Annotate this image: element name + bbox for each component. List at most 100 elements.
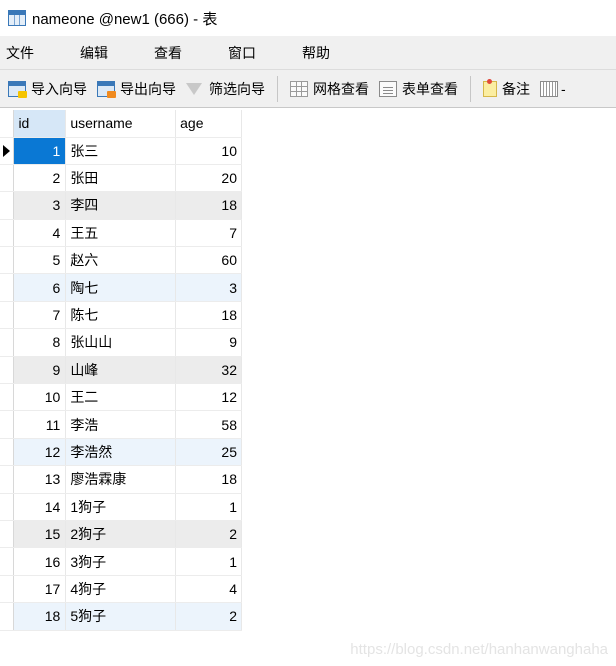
table-row[interactable]: 14 1狗子 1 [0,493,242,521]
column-header-id[interactable]: id [13,110,67,138]
row-selector[interactable] [0,547,15,576]
table-row[interactable]: 3 李四 18 [0,191,242,220]
row-selector[interactable] [0,246,15,275]
filter-wizard-button[interactable]: 筛选向导 [182,74,269,104]
table-row[interactable]: 8 张山山 9 [0,328,242,357]
cell-age[interactable]: 60 [175,246,242,275]
table-row[interactable]: 4 王五 7 [0,219,242,248]
table-row[interactable]: 10 王二 12 [0,383,242,412]
note-button[interactable]: 备注 [479,74,534,104]
cell-id[interactable]: 13 [13,465,67,494]
menu-help[interactable]: 帮助 [296,43,336,63]
cell-age[interactable]: 10 [175,137,242,165]
cell-username[interactable]: 陶七 [65,273,177,302]
cell-age[interactable]: 18 [175,465,242,494]
cell-id[interactable]: 5 [13,246,67,275]
table-row[interactable]: 6 陶七 3 [0,273,242,302]
cell-age[interactable]: 12 [175,383,242,412]
table-row[interactable]: 16 3狗子 1 [0,547,242,576]
cell-age[interactable]: 58 [175,410,242,439]
row-selector[interactable] [0,383,15,412]
cell-id[interactable]: 2 [13,164,67,193]
cell-username[interactable]: 李四 [65,191,177,220]
cell-username[interactable]: 王五 [65,219,177,248]
cell-id[interactable]: 4 [13,219,67,248]
table-row[interactable]: 9 山峰 32 [0,356,242,385]
cell-username[interactable]: 廖浩霖康 [65,465,177,494]
cell-username[interactable]: 赵六 [65,246,177,275]
export-wizard-button[interactable]: 导出向导 [93,74,180,104]
cell-username[interactable]: 山峰 [65,356,177,385]
cell-id[interactable]: 12 [13,438,67,467]
row-selector[interactable] [0,356,15,385]
import-wizard-button[interactable]: 导入向导 [4,74,91,104]
cell-age[interactable]: 2 [175,602,242,631]
cell-username[interactable]: 张三 [65,137,177,165]
cell-id[interactable]: 7 [13,301,67,330]
row-selector[interactable] [0,493,15,521]
row-selector[interactable] [0,410,15,439]
cell-id[interactable]: 15 [13,520,67,549]
cell-age[interactable]: 32 [175,356,242,385]
grid-view-button[interactable]: 网格查看 [286,74,373,104]
table-row[interactable]: 2 张田 20 [0,164,242,193]
menu-window[interactable]: 窗口 [222,43,262,63]
cell-username[interactable]: 1狗子 [65,493,177,521]
menu-file[interactable]: 文件 [0,43,40,63]
column-header-username[interactable]: username [65,110,177,138]
row-selector[interactable] [0,164,15,193]
cell-id[interactable]: 11 [13,410,67,439]
row-selector[interactable] [0,328,15,357]
cell-age[interactable]: 18 [175,191,242,220]
cell-username[interactable]: 李浩 [65,410,177,439]
cell-age[interactable]: 9 [175,328,242,357]
cell-username[interactable]: 2狗子 [65,520,177,549]
cell-id[interactable]: 6 [13,273,67,302]
table-row[interactable]: 15 2狗子 2 [0,520,242,549]
cell-age[interactable]: 2 [175,520,242,549]
cell-username[interactable]: 陈七 [65,301,177,330]
cell-age[interactable]: 3 [175,273,242,302]
menu-edit[interactable]: 编辑 [74,43,114,63]
table-row[interactable]: 12 李浩然 25 [0,438,242,467]
cell-username[interactable]: 5狗子 [65,602,177,631]
cell-age[interactable]: 1 [175,493,242,521]
cell-id[interactable]: 18 [13,602,67,631]
table-row[interactable]: 1 张三 10 [0,137,242,165]
cell-age[interactable]: 20 [175,164,242,193]
cell-age[interactable]: 18 [175,301,242,330]
table-row[interactable]: 11 李浩 58 [0,410,242,439]
more-button[interactable]: - [536,74,570,104]
table-row[interactable]: 13 廖浩霖康 18 [0,465,242,494]
column-header-age[interactable]: age [175,110,242,138]
row-selector[interactable] [0,438,15,467]
cell-age[interactable]: 7 [175,219,242,248]
row-selector[interactable] [0,575,15,604]
row-selector[interactable] [0,520,15,549]
cell-age[interactable]: 4 [175,575,242,604]
cell-id[interactable]: 3 [13,191,67,220]
menu-view[interactable]: 查看 [148,43,188,63]
cell-id[interactable]: 16 [13,547,67,576]
row-selector[interactable] [0,602,15,631]
cell-age[interactable]: 1 [175,547,242,576]
row-selector[interactable] [0,219,15,248]
row-selector[interactable] [0,137,15,165]
cell-id[interactable]: 9 [13,356,67,385]
cell-id[interactable]: 17 [13,575,67,604]
cell-age[interactable]: 25 [175,438,242,467]
cell-username[interactable]: 张田 [65,164,177,193]
row-selector[interactable] [0,273,15,302]
row-selector[interactable] [0,301,15,330]
cell-id[interactable]: 14 [13,493,67,521]
table-row[interactable]: 5 赵六 60 [0,246,242,275]
cell-username[interactable]: 3狗子 [65,547,177,576]
row-selector[interactable] [0,465,15,494]
form-view-button[interactable]: 表单查看 [375,74,462,104]
table-row[interactable]: 17 4狗子 4 [0,575,242,604]
cell-id[interactable]: 10 [13,383,67,412]
table-row[interactable]: 7 陈七 18 [0,301,242,330]
row-selector[interactable] [0,191,15,220]
cell-username[interactable]: 王二 [65,383,177,412]
cell-id[interactable]: 1 [13,137,67,165]
